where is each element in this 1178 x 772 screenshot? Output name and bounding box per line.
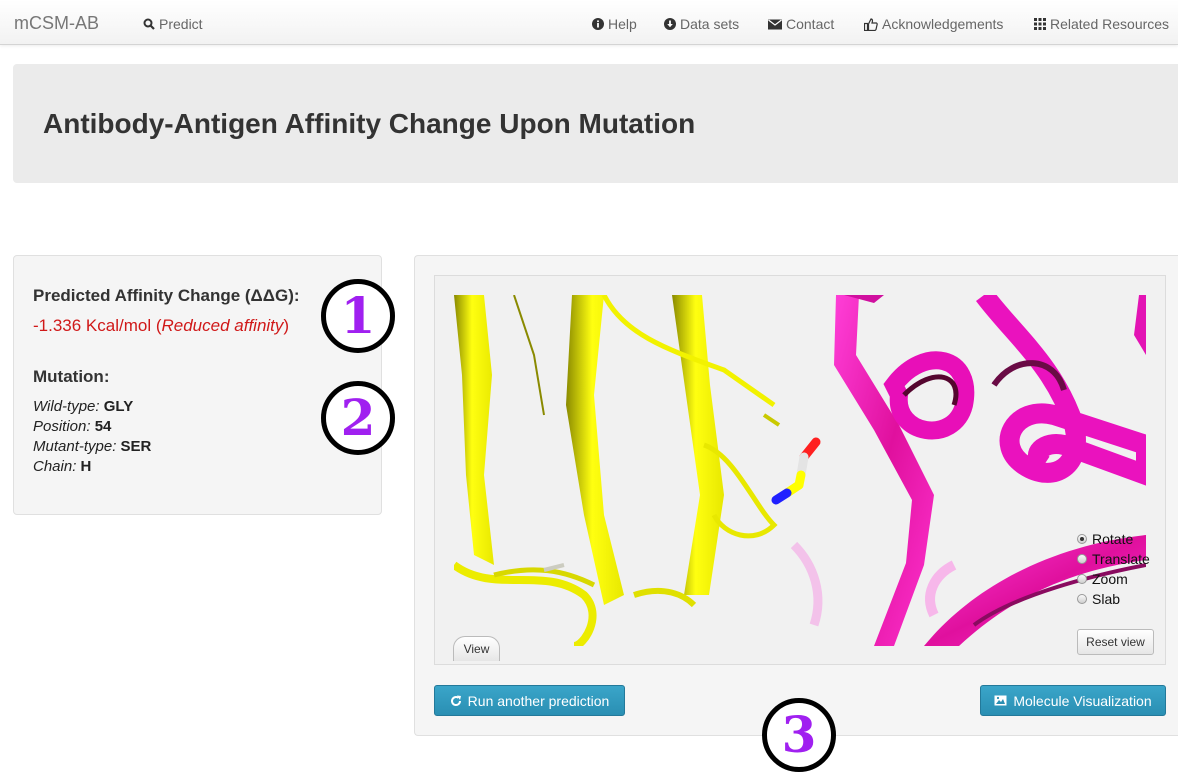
ddg-value: -1.336 Kcal/mol ( [33,316,162,335]
run-another-prediction-button[interactable]: Run another prediction [434,685,625,716]
position-row: Position: 54 [33,418,111,435]
search-icon [143,18,155,30]
mutant-label: Mutant-type: [33,438,117,455]
mutant-value: SER [120,438,152,455]
mutation-heading: Mutation: [33,367,110,386]
wildtype-label: Wild-type: [33,398,100,415]
refresh-icon [450,695,461,706]
page-title: Antibody-Antigen Affinity Change Upon Mu… [43,108,696,139]
view-menu-button[interactable]: View [453,636,500,661]
antibody-ribbon [454,295,781,646]
radio-zoom-indicator [1077,574,1087,584]
picture-icon [994,695,1007,706]
nav-datasets-label: Data sets [680,16,740,32]
reset-view-button[interactable]: Reset view [1077,629,1154,655]
mode-translate-label: Translate [1092,551,1150,567]
annotation-marker-3: 3 [762,698,836,772]
nav-related-label: Related Resources [1050,16,1170,32]
run-another-prediction-label: Run another prediction [467,692,610,709]
protein-structure-render[interactable] [454,295,1146,646]
ddg-close: ) [283,316,290,335]
nav-related-resources[interactable]: Related Resources [1034,16,1169,32]
grid-icon [1034,18,1046,30]
position-label: Position: [33,418,91,435]
position-value: 54 [94,418,112,435]
molecule-viewer[interactable]: Rotate Translate Zoom Slab View Reset vi… [434,275,1166,665]
mode-slab-label: Slab [1092,591,1121,607]
annotation-marker-2: 2 [321,381,395,455]
molecule-visualization-button[interactable]: Molecule Visualization [980,685,1166,716]
visualization-panel: Rotate Translate Zoom Slab View Reset vi… [414,255,1178,736]
radio-translate-indicator [1077,554,1087,564]
nav-acknowledgements[interactable]: Acknowledgements [864,16,1003,32]
mode-translate-radio[interactable]: Translate [1077,551,1150,567]
molecule-visualization-label: Molecule Visualization [1013,692,1152,709]
nav-predict[interactable]: Predict [143,16,203,32]
ddg-result: -1.336 Kcal/mol (Reduced affinity) [33,316,289,336]
envelope-icon [768,19,782,29]
radio-rotate-indicator [1077,534,1087,544]
ddg-effect: Reduced affinity [161,316,284,335]
radio-slab-indicator [1077,594,1087,604]
nav-contact-label: Contact [786,16,835,32]
mode-zoom-label: Zoom [1092,571,1128,587]
nav-help-label: Help [608,16,637,32]
nav-datasets[interactable]: Data sets [664,16,739,32]
info-icon [592,18,604,30]
mode-slab-radio[interactable]: Slab [1077,591,1120,607]
mutated-residue-sticks [771,437,821,505]
mutant-row: Mutant-type: SER [33,438,151,455]
nav-acknowledgements-label: Acknowledgements [882,16,1004,32]
mode-zoom-radio[interactable]: Zoom [1077,571,1128,587]
nav-predict-label: Predict [159,16,203,32]
download-circle-icon [664,18,676,30]
brand-link[interactable]: mCSM-AB [14,13,99,34]
wildtype-value: GLY [103,398,134,415]
chain-value: H [80,458,92,475]
mode-rotate-label: Rotate [1092,531,1134,547]
nav-help[interactable]: Help [592,16,637,32]
mode-rotate-radio[interactable]: Rotate [1077,531,1133,547]
wildtype-row: Wild-type: GLY [33,398,133,415]
thumbs-up-icon [864,17,878,31]
top-navbar: mCSM-AB Predict Help Data sets Contact A… [0,0,1178,45]
chain-label: Chain: [33,458,77,475]
annotation-marker-1: 1 [321,279,395,353]
ddg-heading: Predicted Affinity Change (ΔΔG): [33,286,300,305]
chain-row: Chain: H [33,458,91,475]
page-header: Antibody-Antigen Affinity Change Upon Mu… [13,64,1178,183]
nav-contact[interactable]: Contact [768,16,834,32]
